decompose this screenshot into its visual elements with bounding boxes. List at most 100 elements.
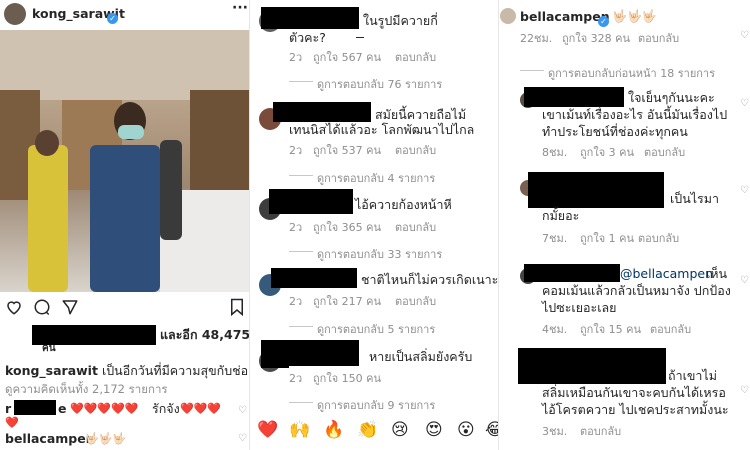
comment-text: เทนนิสได้แล้วอะ โลกพัฒนาไปไกล — [289, 122, 475, 137]
separator — [289, 81, 313, 82]
reply-likes[interactable]: ถูกใจ 1 คน — [580, 229, 634, 247]
comment-likes[interactable]: ถูกใจ 328 คน — [562, 29, 630, 47]
redacted-username — [261, 340, 359, 368]
comment-username[interactable]: bellacampen — [520, 8, 610, 25]
reply-text: ใจเย็นๆกันนะคะ — [628, 90, 715, 105]
reply-time: 4ชม. — [542, 323, 568, 336]
comment-like-icon[interactable]: ♡ — [740, 98, 749, 109]
reply-text: ไปซะเยอะเลย — [542, 300, 617, 315]
reply-text: คอมเม้นแล้วกลัวเป็นหมาจัง ปกป้อง — [542, 283, 731, 298]
reply-button[interactable]: ตอบกลับ — [644, 143, 685, 161]
comment-time: 2ว — [289, 221, 303, 234]
reply-button[interactable]: ตอบกลับ — [638, 29, 679, 47]
view-replies[interactable]: ดูการตอบกลับ 4 รายการ — [317, 169, 435, 187]
keyboard-suggestion-overlay — [289, 366, 379, 372]
more-horizontal-icon[interactable]: ··· — [232, 0, 248, 16]
comment-time: 2ว — [289, 144, 303, 157]
separator — [289, 402, 313, 403]
separator — [289, 175, 313, 176]
view-replies[interactable]: ดูการตอบกลับ 33 รายการ — [317, 245, 442, 263]
mention-link[interactable]: @bellacampen — [620, 265, 713, 282]
comment-suffix: e — [58, 401, 67, 416]
comment-username[interactable]: bellacampen — [5, 430, 95, 447]
comment-emoji: 🤟🏻🤟🏻🤟🏻 — [85, 432, 127, 445]
comment-likes[interactable]: ถูกใจ 365 คน — [313, 218, 381, 236]
person-head — [35, 130, 59, 156]
avatar[interactable] — [4, 3, 26, 25]
reply-button[interactable]: ตอบกลับ — [395, 141, 436, 159]
comment-hearts: ❤️❤️❤️ — [180, 402, 222, 415]
share-icon[interactable] — [61, 298, 79, 316]
reply-text: สลิ่มเหมือนกันเขาจะคบกันได้เหรอ — [542, 385, 726, 400]
comment-likes[interactable]: ถูกใจ 217 คน — [313, 292, 381, 310]
reply-text: เห็น — [706, 266, 728, 281]
view-all-comments[interactable]: ดูความคิดเห็นทั้ง 2,172 รายการ — [5, 381, 168, 399]
raising-hands-emoji-button[interactable]: 🙌 — [289, 420, 310, 440]
reply-text: เขาเม้นท์เรื่องอะไร อันนี้มันเรื่องไป — [542, 107, 728, 122]
comment-emoji: 🤟🏻🤟🏻🤟🏻 — [612, 9, 657, 23]
comments-panel: ในรูปมีควายกี่ ตัวคะ? 2ว ถูกใจ 567 คน ตอ… — [251, 0, 499, 450]
heart-emoji-button[interactable]: ❤️ — [257, 420, 278, 440]
comment-like-icon[interactable]: ♡ — [238, 433, 247, 444]
caption-username[interactable]: kong_sarawit — [5, 363, 98, 378]
reply-button[interactable]: ตอบกลับ — [395, 292, 436, 310]
reply-text: ถ้าเขาไม่ — [668, 368, 717, 383]
view-previous-replies[interactable]: ดูการตอบกลับก่อนหน้า 18 รายการ — [548, 64, 715, 82]
likes-count[interactable]: และอีก 48,475 — [160, 326, 249, 343]
view-replies[interactable]: ดูการตอบกลับ 5 รายการ — [317, 320, 435, 338]
redacted-username — [271, 268, 357, 288]
reply-button[interactable]: ตอบกลับ — [395, 48, 436, 66]
verified-icon: ✓ — [598, 11, 609, 30]
reply-button[interactable]: ตอบกลับ — [395, 218, 436, 236]
reply-button[interactable]: ตอบกลับ — [638, 229, 679, 247]
comment-text: ตัวคะ? — [289, 30, 326, 45]
caption-text: เป็นอีกวันที่มีความสุขกับช่อง3 — [101, 363, 250, 378]
reply-likes[interactable]: ถูกใจ 15 คน — [580, 320, 641, 338]
person-blue-shirt — [90, 145, 160, 292]
laughing-emoji-button[interactable]: 😂 — [485, 420, 498, 440]
pillar — [190, 90, 249, 200]
comment-icon[interactable] — [33, 298, 51, 316]
comment-likes[interactable]: ถูกใจ 567 คน — [313, 48, 381, 66]
caption: kong_sarawit เป็นอีกวันที่มีความสุขกับช่… — [5, 362, 250, 379]
bookmark-icon[interactable] — [229, 298, 245, 316]
comment-text: หายเป็นสลิ่มยังครับ — [369, 349, 473, 364]
verified-icon: ✓ — [107, 8, 118, 27]
redacted-username — [528, 172, 664, 208]
reply-likes[interactable]: ถูกใจ 3 คน — [580, 143, 634, 161]
comment-like-icon[interactable]: ♡ — [238, 405, 247, 416]
reply-text: กมั้ยอะ — [542, 208, 580, 223]
view-replies[interactable]: ดูการตอบกลับ 9 รายการ — [317, 396, 435, 414]
redacted-username — [524, 264, 620, 282]
comment-like-icon[interactable]: ♡ — [740, 185, 749, 196]
surprised-emoji-button[interactable]: 😮 — [457, 420, 475, 440]
comment-time: 2ว — [289, 295, 303, 308]
reply-time: 8ชม. — [542, 146, 568, 159]
separator — [289, 326, 313, 327]
comment-like-icon[interactable]: ♡ — [740, 275, 749, 286]
comment-text: ในรูปมีควายกี่ — [363, 13, 438, 28]
reply-time: 3ชม. — [542, 425, 568, 438]
clap-emoji-button[interactable]: 👏 — [357, 420, 378, 440]
redacted-username — [518, 348, 666, 384]
avatar[interactable] — [500, 8, 516, 24]
redacted-username — [273, 102, 371, 122]
reply-text: ทำประโยชน์ที่ช่องค่ะทุกคน — [542, 124, 688, 139]
reply-thread-panel: bellacampen ✓ 🤟🏻🤟🏻🤟🏻 22ชม. ถูกใจ 328 คน … — [500, 0, 750, 450]
reply-text: ไอ้โครตควาย ไปเชคประสาทมั้งนะ — [542, 402, 729, 417]
like-heart-icon[interactable] — [5, 298, 23, 316]
cry-emoji-button[interactable]: 😢 — [391, 420, 409, 440]
reply-time: 7ชม. — [542, 232, 568, 245]
reply-button[interactable]: ตอบกลับ — [580, 422, 621, 440]
comment-likes[interactable]: ถูกใจ 537 คน — [313, 141, 381, 159]
comment-time: 22ชม. — [520, 32, 553, 45]
reply-button[interactable]: ตอบกลับ — [650, 320, 691, 338]
comment-like-icon[interactable]: ♡ — [740, 30, 749, 41]
fire-emoji-button[interactable]: 🔥 — [323, 420, 344, 440]
view-replies[interactable]: ดูการตอบกลับ 76 รายการ — [317, 75, 442, 93]
heart-eyes-emoji-button[interactable]: 😍 — [425, 420, 443, 440]
instagram-post-panel: kong_sarawit ✓ ··· และอีก 48,475 คน kong… — [0, 0, 250, 450]
comment-like-icon[interactable]: ♡ — [740, 385, 749, 396]
comment-text: ไอ้ควายก้องหน้าหี — [355, 197, 452, 212]
separator — [289, 251, 313, 252]
